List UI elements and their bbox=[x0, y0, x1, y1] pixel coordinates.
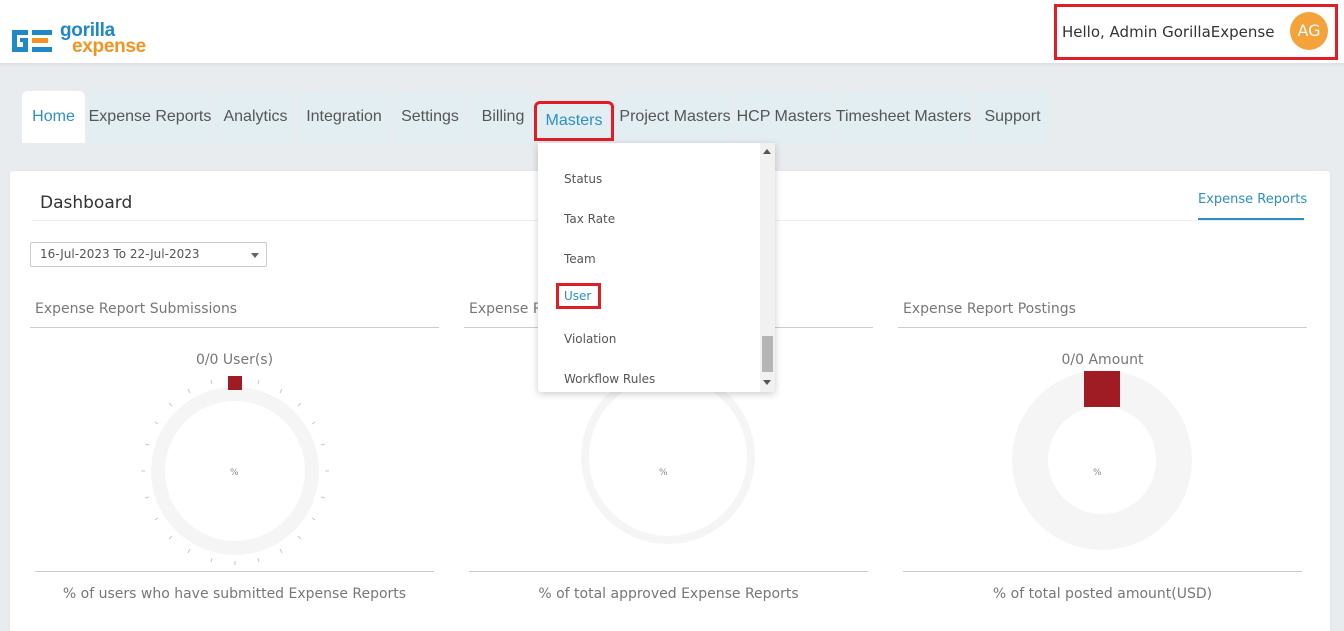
menu-item-team[interactable]: Team bbox=[564, 252, 596, 266]
avatar[interactable]: AG bbox=[1290, 12, 1328, 50]
tab-billing[interactable]: Billing bbox=[471, 91, 535, 143]
submissions-panel: Expense Report Submissions 0/0 User(s) %… bbox=[30, 297, 440, 617]
gauge-marker bbox=[1084, 371, 1120, 407]
tab-support[interactable]: Support bbox=[975, 91, 1050, 143]
tab-project-masters[interactable]: Project Masters bbox=[617, 91, 733, 143]
menu-item-status[interactable]: Status bbox=[564, 172, 602, 186]
logo-text-expense: expense bbox=[72, 36, 146, 57]
scroll-up-arrow-icon[interactable] bbox=[763, 149, 771, 154]
user-menu[interactable]: Hello, Admin GorillaExpense AG bbox=[1054, 4, 1338, 60]
top-header: gorilla expense Hello, Admin GorillaExpe… bbox=[0, 0, 1344, 63]
menu-item-violation[interactable]: Violation bbox=[564, 332, 616, 346]
dropdown-scrollbar[interactable] bbox=[760, 143, 775, 392]
gauge-center-label: % bbox=[1093, 468, 1102, 478]
gauge-center-label: % bbox=[659, 468, 668, 478]
date-range-select[interactable]: 16-Jul-2023 To 22-Jul-2023 bbox=[30, 242, 267, 267]
tab-timesheet-masters[interactable]: Timesheet Masters bbox=[835, 91, 972, 143]
scroll-down-arrow-icon[interactable] bbox=[763, 380, 771, 385]
chevron-down-icon bbox=[251, 253, 259, 258]
tab-expense-reports[interactable]: Expense Reports bbox=[88, 91, 212, 143]
masters-dropdown-menu: Status Tax Rate Team User Violation Work… bbox=[538, 143, 775, 392]
panel-footer: % of users who have submitted Expense Re… bbox=[62, 586, 407, 602]
tab-analytics[interactable]: Analytics bbox=[215, 91, 296, 143]
submissions-gauge: % bbox=[141, 376, 329, 565]
date-range-value: 16-Jul-2023 To 22-Jul-2023 bbox=[40, 247, 200, 261]
scroll-thumb[interactable] bbox=[762, 336, 773, 372]
panel-footer-divider bbox=[469, 571, 868, 572]
menu-item-workflow-rules[interactable]: Workflow Rules bbox=[564, 372, 655, 386]
gorilla-expense-logo[interactable]: gorilla expense bbox=[10, 20, 160, 62]
logo-mark-icon bbox=[12, 30, 52, 52]
panel-footer: % of total posted amount(USD) bbox=[992, 586, 1213, 602]
postings-panel: Expense Report Postings 0/0 Amount % % o… bbox=[898, 297, 1308, 617]
tab-home[interactable]: Home bbox=[22, 91, 85, 143]
panel-footer-divider bbox=[903, 571, 1302, 572]
tab-settings[interactable]: Settings bbox=[392, 91, 468, 143]
menu-item-tax-rate[interactable]: Tax Rate bbox=[564, 212, 615, 226]
user-greeting: Hello, Admin GorillaExpense bbox=[1062, 23, 1275, 41]
postings-gauge: % bbox=[1012, 370, 1192, 550]
gauge-center-label: % bbox=[230, 468, 239, 478]
expense-reports-link-underline bbox=[1198, 218, 1304, 220]
tab-hcp-masters[interactable]: HCP Masters bbox=[736, 91, 832, 143]
tab-integration[interactable]: Integration bbox=[299, 91, 389, 143]
expense-reports-link[interactable]: Expense Reports bbox=[1198, 192, 1307, 207]
tab-masters[interactable]: Masters bbox=[534, 101, 614, 141]
panel-footer: % of total approved Expense Reports bbox=[538, 586, 799, 602]
menu-item-user[interactable]: User bbox=[556, 283, 602, 309]
page-title: Dashboard bbox=[40, 193, 133, 213]
panel-footer-divider bbox=[35, 571, 434, 572]
gauge-marker bbox=[228, 376, 242, 390]
